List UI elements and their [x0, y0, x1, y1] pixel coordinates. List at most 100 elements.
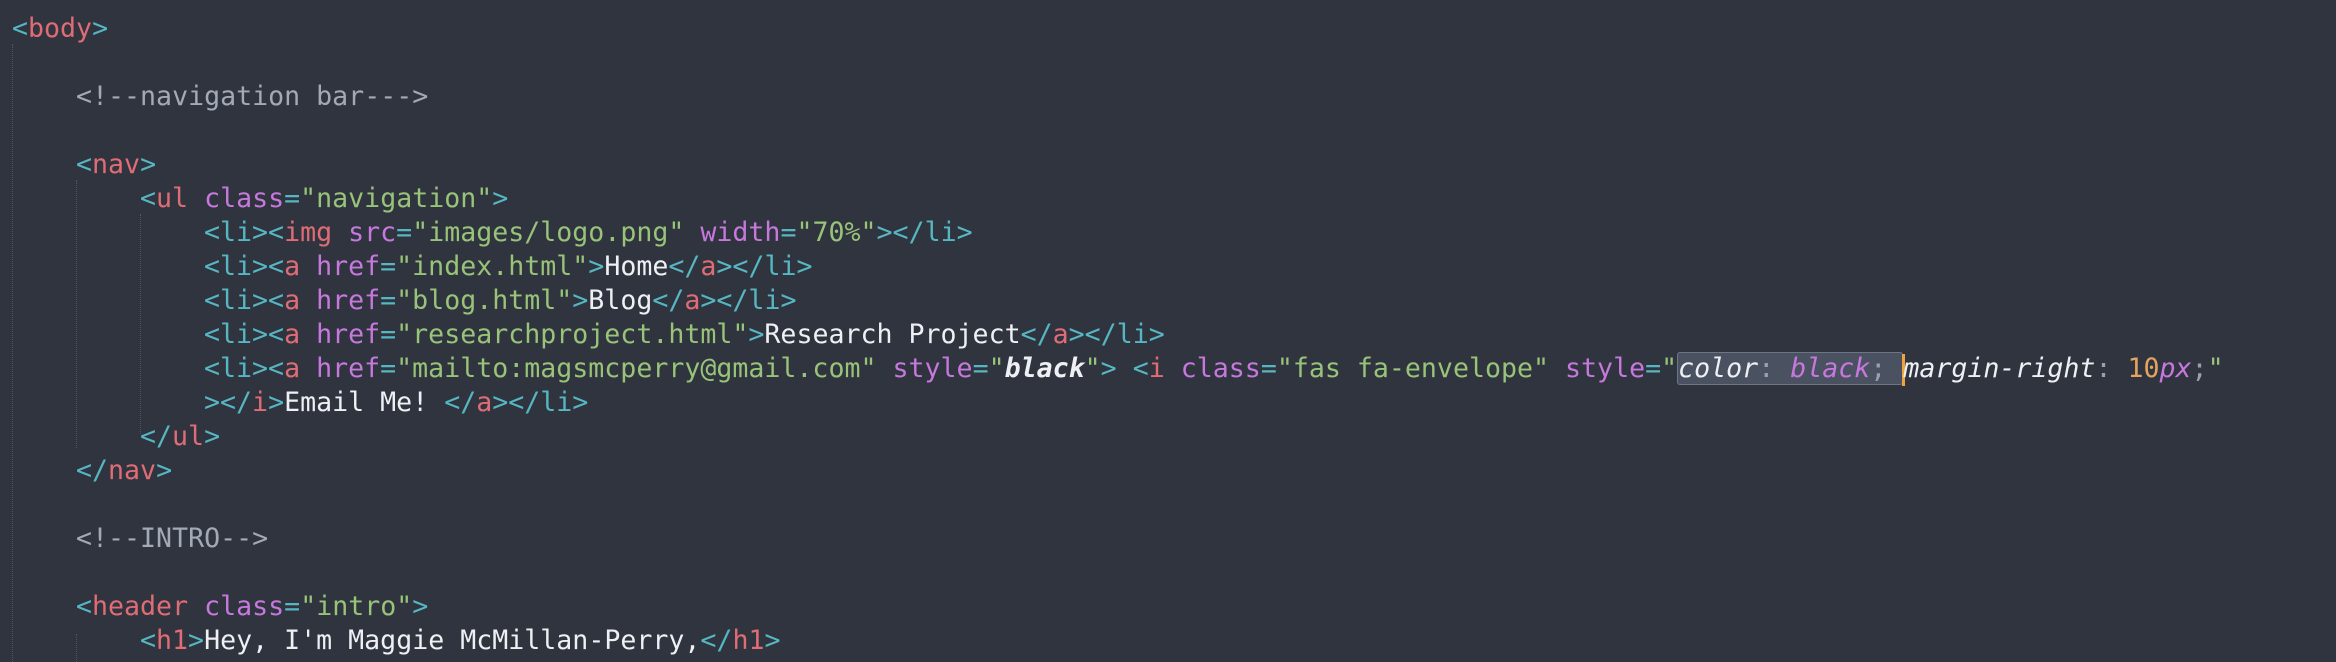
- tag-bracket: <: [140, 183, 157, 214]
- code-line-li-email-continued[interactable]: ></i>Email Me! </a></li>: [204, 386, 588, 420]
- tag-name-nav: nav: [108, 455, 157, 486]
- attr-name: href: [316, 353, 381, 384]
- selection-highlight: color: black;: [1677, 352, 1904, 385]
- tag-name-a: a: [284, 353, 301, 384]
- code-line-nav-open[interactable]: <nav>: [76, 148, 156, 182]
- style-value: black: [1004, 353, 1085, 384]
- tag-bracket: <: [76, 149, 93, 180]
- css-colon: :: [1758, 353, 1791, 384]
- tag-name-i: i: [252, 387, 269, 418]
- attr-name: class: [204, 183, 285, 214]
- tag-name-a: a: [284, 251, 301, 282]
- code-line-nav-comment[interactable]: <!--navigation bar--->: [76, 80, 428, 114]
- attr-value: "researchproject.html": [396, 319, 749, 350]
- tag-name-a: a: [284, 285, 301, 316]
- css-semicolon: ;: [2191, 353, 2208, 384]
- tag-name-a: a: [684, 285, 701, 316]
- code-line-li-blog[interactable]: <li><a href="blog.html">Blog</a></li>: [204, 284, 796, 318]
- li-close-tag: </li>: [1084, 319, 1165, 350]
- tag-bracket: <: [268, 251, 285, 282]
- attr-value: "mailto:magsmcperry@gmail.com": [396, 353, 877, 384]
- attr-name: src: [348, 217, 397, 248]
- css-property: color: [1678, 353, 1759, 384]
- tag-bracket: <: [1132, 353, 1149, 384]
- tag-bracket: <: [12, 13, 29, 44]
- code-line-li-research[interactable]: <li><a href="researchproject.html">Resea…: [204, 318, 1165, 352]
- css-value: black: [1790, 353, 1871, 384]
- li-close-tag: </li>: [508, 387, 589, 418]
- code-line-ul-close[interactable]: </ul>: [140, 420, 220, 454]
- quote: ": [2207, 353, 2224, 384]
- attr-eq: =: [780, 217, 797, 248]
- tag-bracket: <: [268, 353, 285, 384]
- css-number: 10: [2127, 353, 2160, 384]
- code-line-body-open[interactable]: <body>: [12, 12, 108, 46]
- attr-value: "70%": [796, 217, 877, 248]
- tag-name-header: header: [92, 591, 189, 622]
- attr-name: style: [1565, 353, 1646, 384]
- tag-bracket: >: [1068, 319, 1085, 350]
- tag-name-body: body: [28, 13, 93, 44]
- link-text: Research Project: [764, 319, 1021, 350]
- tag-name-a: a: [700, 251, 717, 282]
- tag-bracket: >: [204, 387, 221, 418]
- tag-bracket: >: [492, 387, 509, 418]
- tag-name-nav: nav: [92, 149, 141, 180]
- attr-name: href: [316, 319, 381, 350]
- link-text: Blog: [588, 285, 653, 316]
- tag-bracket: </: [668, 251, 701, 282]
- tag-bracket: </: [220, 387, 253, 418]
- attr-value: "navigation": [300, 183, 493, 214]
- tag-bracket: </: [1020, 319, 1053, 350]
- tag-bracket: </: [76, 455, 109, 486]
- attr-eq: =: [1260, 353, 1277, 384]
- tag-bracket: >: [204, 421, 221, 452]
- code-editor[interactable]: <body> <!--navigation bar---> <nav> <ul …: [0, 0, 2336, 662]
- tag-bracket: </: [652, 285, 685, 316]
- css-colon: :: [2095, 353, 2128, 384]
- code-line-intro-comment[interactable]: <!--INTRO-->: [76, 522, 268, 556]
- code-line-li-home[interactable]: <li><a href="index.html">Home</a></li>: [204, 250, 812, 284]
- tag-name-h1: h1: [156, 625, 189, 656]
- quote: ": [1661, 353, 1678, 384]
- code-line-li-logo[interactable]: <li><img src="images/logo.png" width="70…: [204, 216, 973, 250]
- code-line-nav-close[interactable]: </nav>: [76, 454, 172, 488]
- attr-name: class: [1180, 353, 1261, 384]
- attr-eq: =: [396, 217, 413, 248]
- li-close-tag: </li>: [716, 285, 797, 316]
- quote: ": [1084, 353, 1101, 384]
- code-line-ul-open[interactable]: <ul class="navigation">: [140, 182, 508, 216]
- quote: ": [988, 353, 1005, 384]
- tag-bracket: >: [492, 183, 509, 214]
- li-open-tag: <li>: [204, 353, 269, 384]
- tag-bracket: >: [716, 251, 733, 282]
- attr-eq: =: [380, 319, 397, 350]
- attr-value: "blog.html": [396, 285, 573, 316]
- li-open-tag: <li>: [204, 217, 269, 248]
- code-line-header-open[interactable]: <header class="intro">: [76, 590, 428, 624]
- indent-guide: [12, 44, 13, 662]
- code-line-h1[interactable]: <h1>Hey, I'm Maggie McMillan-Perry,</h1>: [140, 624, 780, 658]
- tag-name-a: a: [476, 387, 493, 418]
- code-line-li-email[interactable]: <li><a href="mailto:magsmcperry@gmail.co…: [204, 352, 2224, 386]
- tag-bracket: <: [268, 319, 285, 350]
- tag-bracket: >: [156, 455, 173, 486]
- tag-name-ul: ul: [156, 183, 189, 214]
- tag-bracket: <: [268, 217, 285, 248]
- tag-bracket: </: [444, 387, 477, 418]
- attr-name: style: [892, 353, 973, 384]
- attr-value: "intro": [300, 591, 413, 622]
- li-close-tag: </li>: [732, 251, 813, 282]
- tag-bracket: >: [140, 149, 157, 180]
- tag-bracket: >: [572, 285, 589, 316]
- li-close-tag: </li>: [892, 217, 973, 248]
- tag-name-i: i: [1148, 353, 1165, 384]
- tag-bracket: <: [268, 285, 285, 316]
- attr-eq: =: [284, 591, 301, 622]
- indent-guide: [76, 180, 77, 448]
- tag-bracket: >: [700, 285, 717, 316]
- attr-eq: =: [380, 251, 397, 282]
- tag-bracket: >: [876, 217, 893, 248]
- css-property: margin-right: [1903, 353, 2096, 384]
- indent-guide: [140, 214, 141, 434]
